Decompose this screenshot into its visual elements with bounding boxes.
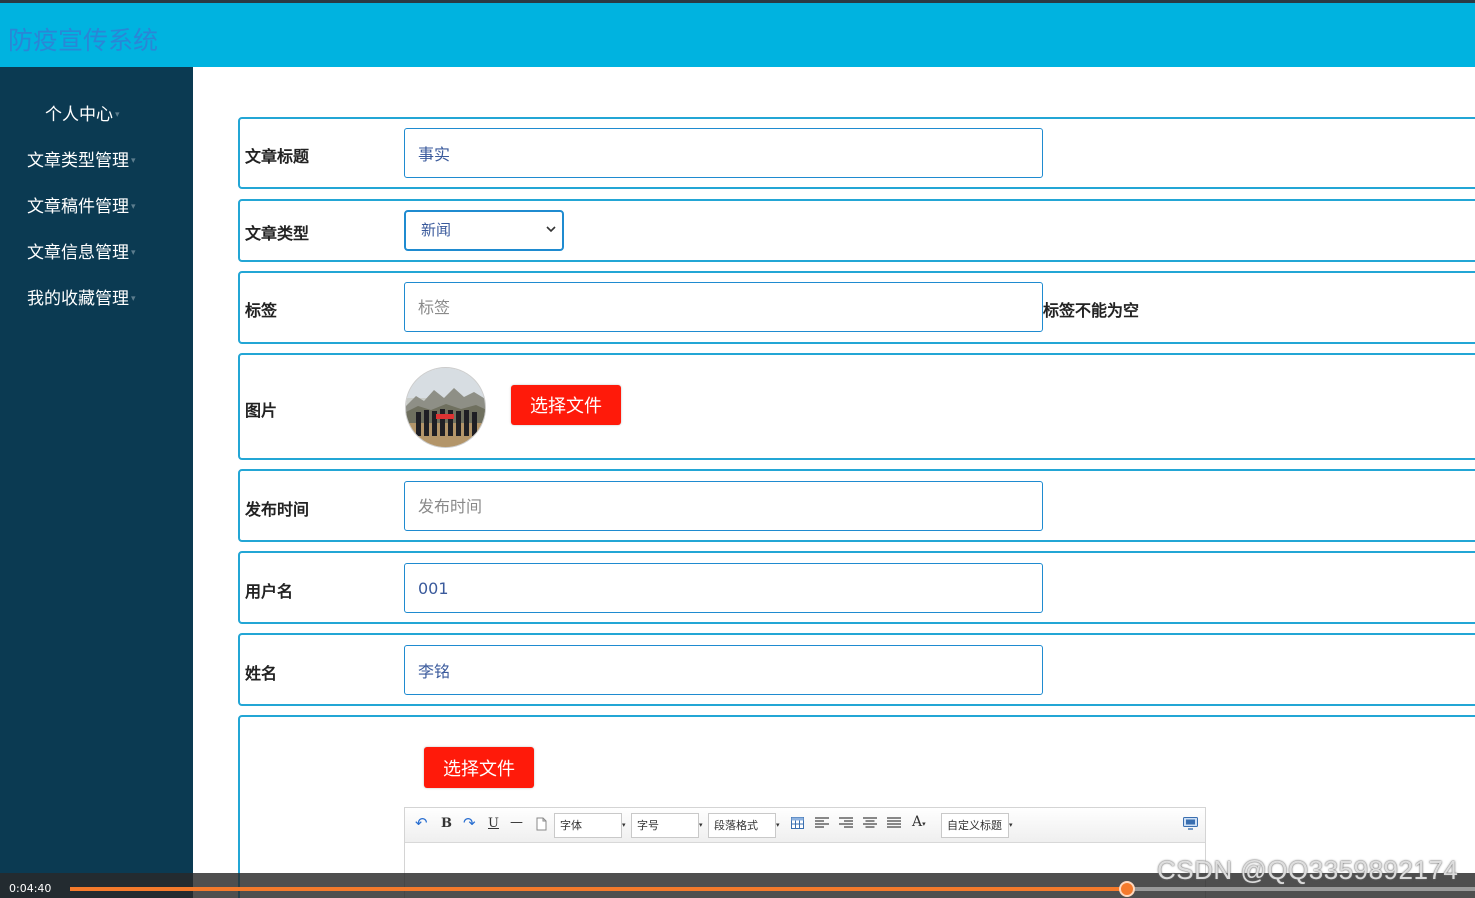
sidebar-item-label: 文章信息管理 (27, 243, 129, 263)
undo-icon[interactable]: ↶ (415, 814, 428, 832)
table-icon[interactable] (791, 817, 804, 833)
progress-track[interactable] (70, 881, 1475, 897)
publish-time-label: 发布时间 (245, 500, 310, 519)
choose-image-button[interactable]: 选择文件 (511, 385, 621, 425)
tags-error-message: 标签不能为空 (1043, 301, 1140, 320)
title-label: 文章标题 (245, 147, 310, 166)
custom-title-select[interactable]: 自定义标题 ▾ (941, 813, 1013, 838)
sidebar-item-article-draft[interactable]: 文章稿件管理 ▾ (27, 192, 136, 217)
sidebar: 个人中心 ▾ 文章类型管理 ▾ 文章稿件管理 ▾ 文章信息管理 ▾ 我的收藏管理 ▾ (0, 67, 193, 898)
caret-down-icon: ▾ (115, 110, 120, 120)
sidebar-item-article-type[interactable]: 文章类型管理 ▾ (27, 146, 136, 171)
font-size-select[interactable]: 字号 ▾ (631, 813, 703, 838)
custom-title-select-value: 自定义标题 (947, 819, 1002, 832)
sidebar-item-label: 个人中心 (45, 105, 113, 125)
caret-down-icon: ▾ (131, 248, 136, 258)
new-document-icon[interactable] (536, 817, 547, 835)
caret-down-icon: ▾ (131, 202, 136, 212)
sidebar-item-label: 文章类型管理 (27, 151, 129, 171)
sidebar-item-label: 我的收藏管理 (27, 289, 129, 309)
image-preview (405, 367, 486, 448)
progress-handle[interactable] (1118, 881, 1135, 897)
username-label: 用户名 (245, 582, 294, 601)
type-label: 文章类型 (245, 224, 310, 243)
font-size-select-value: 字号 (637, 819, 659, 832)
font-family-select[interactable]: 字体 ▾ (554, 813, 626, 838)
tags-input[interactable] (404, 282, 1043, 332)
preview-icon[interactable] (1183, 817, 1198, 834)
bold-icon[interactable]: B (441, 816, 452, 831)
font-color-icon[interactable]: A▾ (912, 814, 926, 830)
tags-label: 标签 (245, 301, 278, 320)
playback-time: 0:04:40 (9, 882, 52, 895)
username-input[interactable] (404, 563, 1043, 613)
type-select[interactable]: 新闻 (404, 210, 564, 251)
paragraph-format-select-value: 段落格式 (714, 819, 758, 832)
image-label: 图片 (245, 401, 278, 420)
align-center-icon[interactable] (863, 817, 877, 833)
app-header: 防疫宣传系统 (0, 3, 1475, 67)
sidebar-item-label: 文章稿件管理 (27, 197, 129, 217)
caret-down-icon: ▾ (131, 156, 136, 166)
watermark: CSDN @QQ3359892174 (1157, 855, 1459, 885)
dropdown-arrow-icon: ▾ (1009, 821, 1013, 829)
font-family-select-value: 字体 (560, 819, 582, 832)
progress-fill (70, 887, 1127, 891)
chevron-down-icon (546, 213, 556, 262)
sidebar-item-personal-center[interactable]: 个人中心 ▾ (45, 100, 120, 125)
font-color-glyph: A (912, 814, 923, 830)
publish-time-input[interactable] (404, 481, 1043, 531)
dropdown-arrow-icon: ▾ (776, 821, 780, 829)
sidebar-item-favorites[interactable]: 我的收藏管理 ▾ (27, 284, 136, 309)
align-right-icon[interactable] (839, 817, 853, 833)
name-label: 姓名 (245, 664, 278, 683)
redo-icon[interactable]: ↷ (463, 814, 476, 832)
paragraph-format-select[interactable]: 段落格式 ▾ (708, 813, 780, 838)
title-input[interactable] (404, 128, 1043, 178)
app-title: 防疫宣传系统 (8, 26, 159, 55)
horizontal-rule-icon[interactable]: — (510, 815, 523, 830)
choose-content-file-button[interactable]: 选择文件 (424, 747, 534, 788)
dropdown-arrow-icon: ▾ (622, 821, 626, 829)
dropdown-arrow-icon: ▾ (922, 820, 926, 828)
sidebar-item-article-info[interactable]: 文章信息管理 ▾ (27, 238, 136, 263)
dropdown-arrow-icon: ▾ (699, 821, 703, 829)
name-input[interactable] (404, 645, 1043, 695)
align-left-icon[interactable] (815, 817, 829, 833)
caret-down-icon: ▾ (131, 294, 136, 304)
type-select-value: 新闻 (421, 221, 452, 239)
underline-icon[interactable]: U (488, 816, 499, 831)
align-justify-icon[interactable] (887, 817, 901, 833)
editor-toolbar: ↶ B ↷ U — 字体 ▾ 字号 ▾ 段落格式 ▾ A▾ 自定义标题 ▾ (405, 808, 1205, 843)
